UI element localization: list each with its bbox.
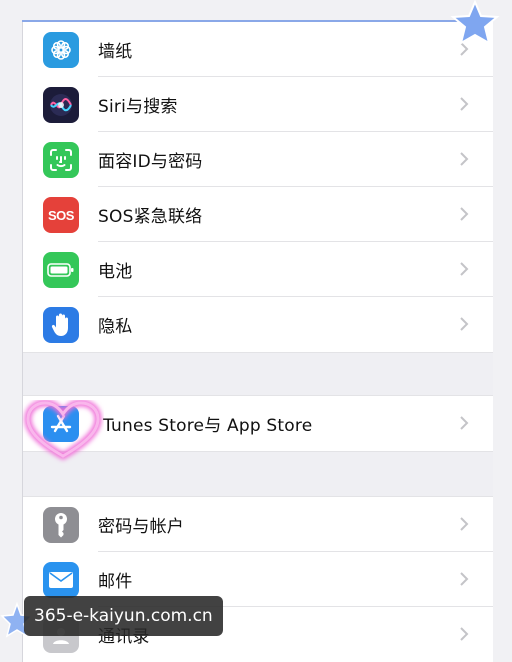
heart-sticker-icon [24,400,102,461]
settings-row-label: 面容ID与密码 [98,152,203,172]
chevron-right-icon [460,572,469,586]
settings-row-label: Siri与搜索 [98,97,178,117]
key-icon [43,507,79,543]
chevron-right-icon [460,152,469,166]
settings-row-privacy[interactable]: 隐私 [23,297,493,352]
face-id-icon [43,142,79,178]
wallpaper-icon [43,32,79,68]
chevron-right-icon [460,97,469,111]
settings-row-siri[interactable]: Siri与搜索 [23,77,493,132]
settings-row-label: 邮件 [98,572,133,592]
settings-row-sos[interactable]: SOS SOS紧急联络 [23,187,493,242]
settings-group-1: 墙纸 Siri与搜索 面容ID与密码 SOS SOS紧急联络 电池 隐私 [23,22,493,352]
chevron-right-icon [460,262,469,276]
chevron-right-icon [460,627,469,641]
settings-row-label: 墙纸 [98,42,133,62]
settings-row-label: 隐私 [98,317,133,337]
siri-icon [43,87,79,123]
settings-row-label: SOS紧急联络 [98,207,203,227]
privacy-hand-icon [43,307,79,343]
settings-row-label: 电池 [98,262,133,282]
chevron-right-icon [460,517,469,531]
star-sticker-icon [450,0,500,46]
settings-row-battery[interactable]: 电池 [23,242,493,297]
sos-icon: SOS [43,197,79,233]
settings-row-passwords-accounts[interactable]: 密码与帐户 [23,497,493,552]
section-gap [23,352,493,396]
settings-group-3: 密码与帐户 邮件 通讯录 [23,497,493,662]
chevron-right-icon [460,416,469,430]
chevron-right-icon [460,207,469,221]
mail-icon [43,562,79,598]
chevron-right-icon [460,317,469,331]
settings-row-label: 密码与帐户 [98,517,184,537]
battery-icon [43,252,79,288]
settings-row-wallpaper[interactable]: 墙纸 [23,22,493,77]
settings-row-face-id[interactable]: 面容ID与密码 [23,132,493,187]
watermark-label: 365-e-kaiyun.com.cn [24,596,223,636]
settings-list: 墙纸 Siri与搜索 面容ID与密码 SOS SOS紧急联络 电池 隐私 Tun… [22,22,493,662]
settings-row-label: Tunes Store与 App Store [103,416,313,436]
